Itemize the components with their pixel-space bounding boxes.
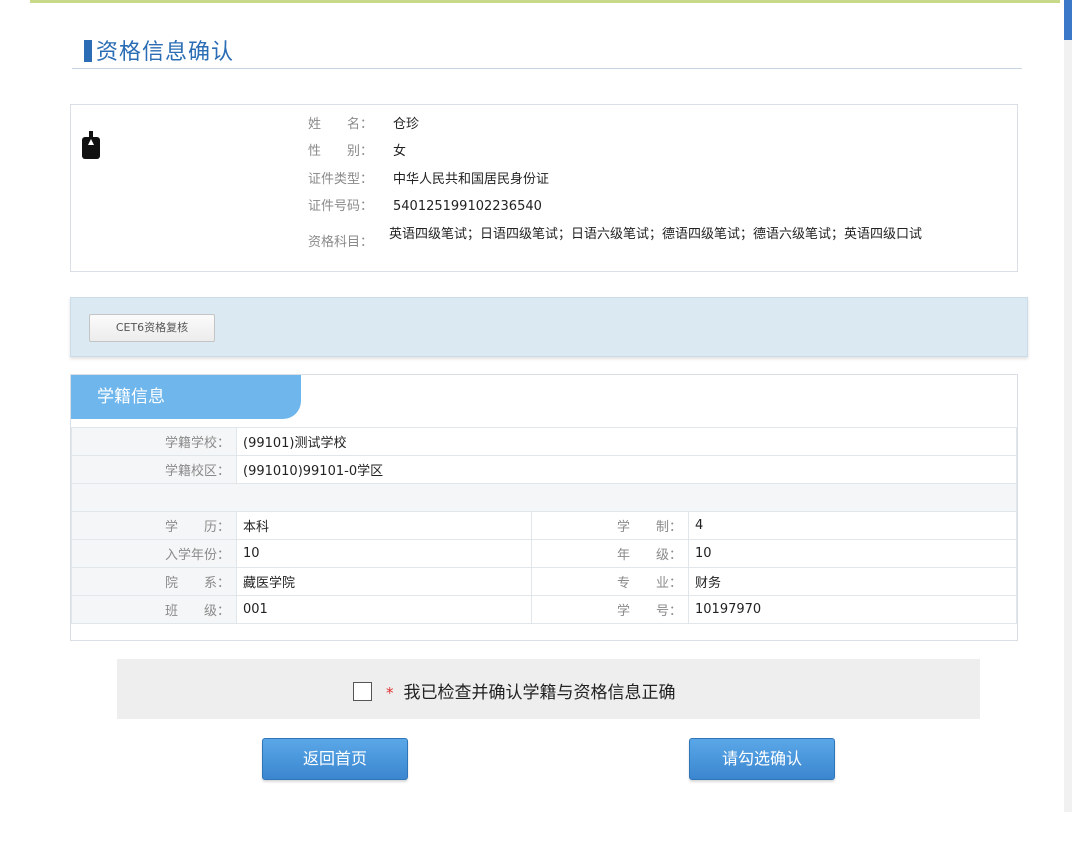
field-value: (991010)99101-0学区 [236, 455, 1017, 484]
field-label: 入学年份： [71, 539, 237, 568]
field-value: 540125199102236540 [393, 199, 542, 214]
field-label: 资格科目： [307, 235, 373, 250]
field-label: 学 号： [531, 595, 689, 624]
page-title: 资格信息确认 [84, 34, 234, 66]
review-panel: CET6资格复核 [70, 297, 1028, 357]
personal-info-panel: 姓 名： 仓珍 性 别： 女 证件类型： 中华人民共和国居民身份证 证件号码： 5401… [70, 104, 1018, 272]
field-label: 班 级： [71, 595, 237, 624]
table-spacer-row [71, 483, 1017, 512]
table-row: 院 系： 藏医学院 专 业： 财务 [71, 567, 1017, 596]
info-row-id-type: 证件类型： 中华人民共和国居民身份证 [297, 172, 549, 188]
field-value: 001 [236, 595, 532, 624]
field-value: 女 [393, 144, 407, 159]
field-label: 年 级： [531, 539, 689, 568]
table-row: 入学年份： 10 年 级： 10 [71, 539, 1017, 568]
table-row: 学 历： 本科 学 制： 4 [71, 511, 1017, 540]
field-value: (99101)测试学校 [236, 427, 1017, 456]
field-value: 英语四级笔试；日语四级笔试；日语六级笔试；德语四级笔试；德语六级笔试；英语四级口… [389, 227, 923, 242]
field-value: 本科 [236, 511, 532, 540]
scrollbar-thumb[interactable] [1064, 0, 1072, 40]
field-label: 姓 名： [307, 117, 373, 132]
field-label: 证件类型： [307, 172, 373, 187]
table-row: 学籍校区： (991010)99101-0学区 [71, 455, 1017, 484]
field-label: 学 制： [531, 511, 689, 540]
field-label: 专 业： [531, 567, 689, 596]
title-marker-bar [84, 40, 92, 62]
vertical-scrollbar[interactable] [1064, 0, 1072, 812]
field-value: 仓珍 [393, 117, 420, 132]
field-label: 学 历： [71, 511, 237, 540]
field-label: 院 系： [71, 567, 237, 596]
field-value: 10 [236, 539, 532, 568]
info-row-gender: 性 别： 女 [297, 144, 406, 160]
field-value: 10197970 [688, 595, 1017, 624]
person-silhouette-icon [82, 131, 100, 159]
field-label: 学籍学校： [71, 427, 237, 456]
info-row-id-number: 证件号码： 540125199102236540 [297, 199, 542, 215]
cet6-review-button[interactable]: CET6资格复核 [89, 314, 215, 342]
top-border-line [30, 0, 1060, 3]
field-value: 财务 [688, 567, 1017, 596]
field-label: 证件号码： [307, 199, 373, 214]
confirm-checkbox[interactable] [353, 682, 372, 701]
field-value: 藏医学院 [236, 567, 532, 596]
school-info-panel: 学籍信息 学籍学校： (99101)测试学校 学籍校区： (991010)991… [70, 374, 1018, 641]
school-info-table: 学籍学校： (99101)测试学校 学籍校区： (991010)99101-0学… [71, 427, 1017, 624]
confirm-panel: * 我已检查并确认学籍与资格信息正确 [117, 659, 980, 719]
info-row-name: 姓 名： 仓珍 [297, 117, 419, 133]
page-header: 资格信息确认 [72, 28, 1022, 69]
field-label: 性 别： [307, 144, 373, 159]
required-marker: * [386, 684, 394, 702]
info-row-subjects: 资格科目： 英语四级笔试；日语四级笔试；日语六级笔试；德语四级笔试；德语六级笔试；… [297, 227, 1009, 251]
confirm-row: * 我已检查并确认学籍与资格信息正确 [353, 678, 676, 703]
tab-school-info[interactable]: 学籍信息 [71, 375, 301, 419]
back-to-home-button[interactable]: 返回首页 [262, 738, 408, 780]
confirm-button[interactable]: 请勾选确认 [689, 738, 835, 780]
field-label: 学籍校区： [71, 455, 237, 484]
field-value: 4 [688, 511, 1017, 540]
table-row: 学籍学校： (99101)测试学校 [71, 427, 1017, 456]
field-value: 中华人民共和国居民身份证 [393, 172, 550, 187]
field-value: 10 [688, 539, 1017, 568]
confirm-label[interactable]: 我已检查并确认学籍与资格信息正确 [404, 683, 676, 703]
table-row: 班 级： 001 学 号： 10197970 [71, 595, 1017, 624]
